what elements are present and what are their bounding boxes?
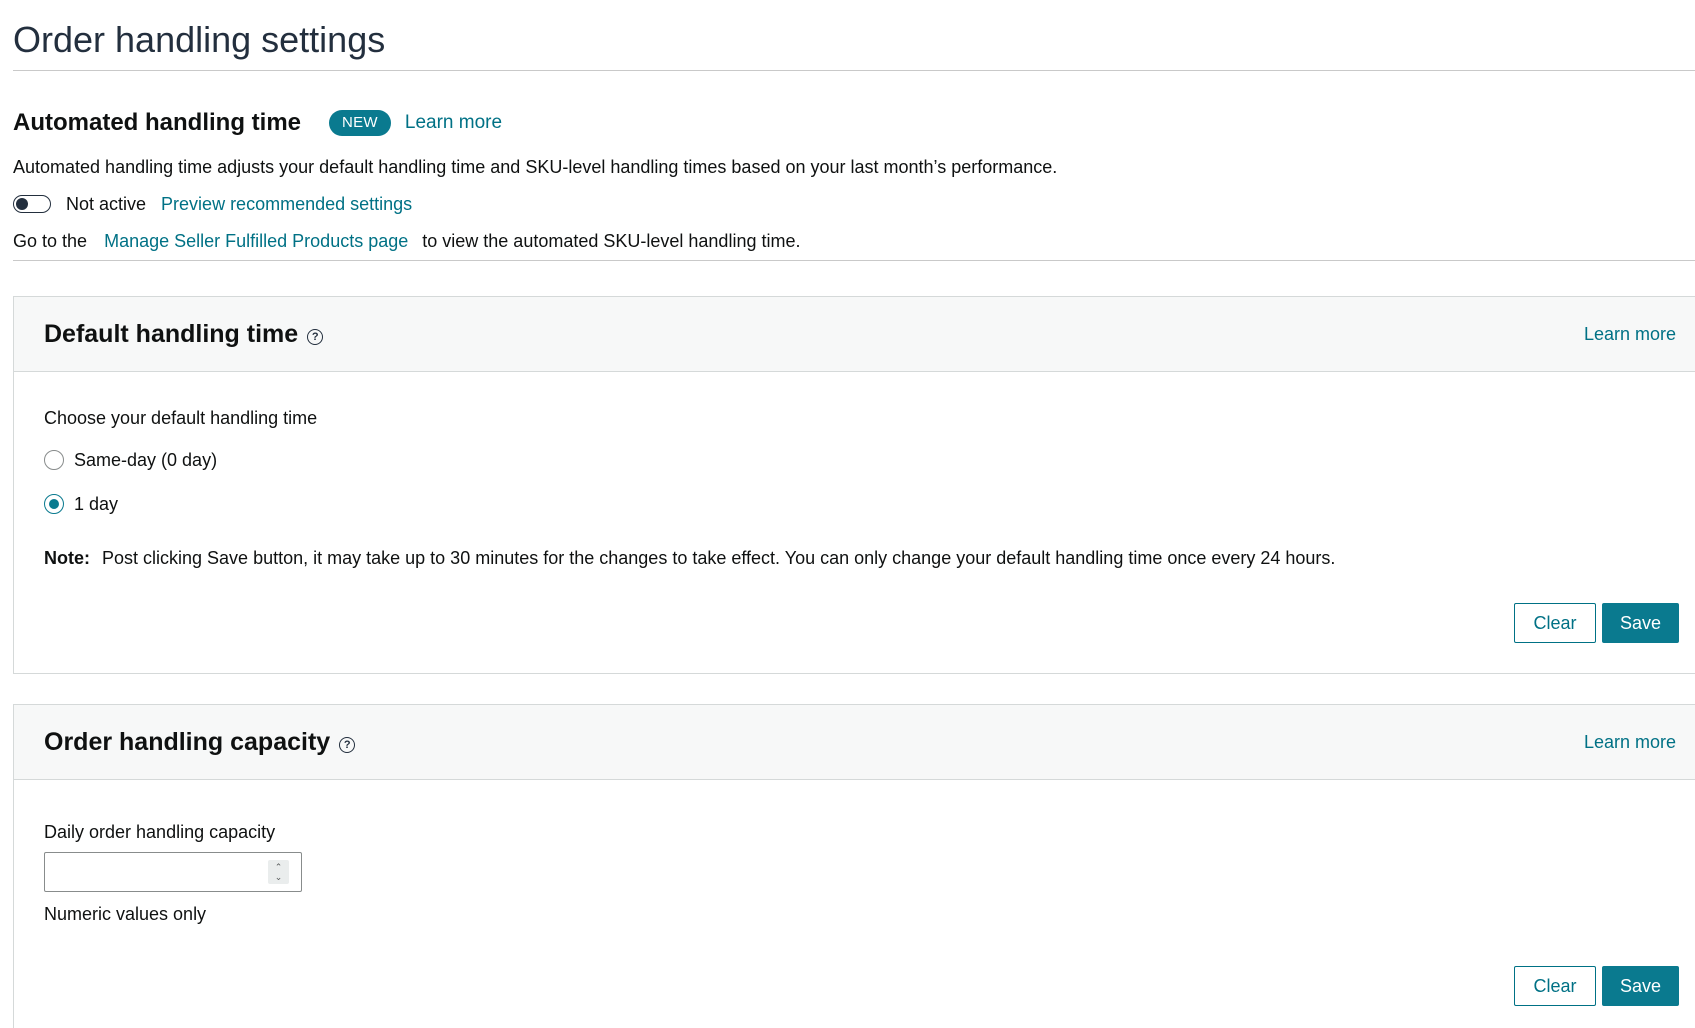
automated-handling-header: Automated handling time NEW Learn more bbox=[13, 100, 1695, 146]
capacity-save-button[interactable]: Save bbox=[1602, 966, 1679, 1006]
title-divider bbox=[13, 70, 1695, 71]
default-handling-card-header: Default handling time ? Learn more bbox=[14, 297, 1695, 372]
automated-toggle-row: Not active Preview recommended settings bbox=[13, 190, 1695, 218]
manage-seller-fulfilled-products-link[interactable]: Manage Seller Fulfilled Products page bbox=[104, 231, 408, 251]
default-handling-save-button[interactable]: Save bbox=[1602, 603, 1679, 643]
default-handling-clear-button[interactable]: Clear bbox=[1514, 603, 1596, 643]
default-handling-actions: Clear Save bbox=[1514, 603, 1679, 643]
note-label: Note: bbox=[44, 548, 90, 568]
daily-capacity-input[interactable] bbox=[45, 853, 301, 891]
choose-default-handling-label: Choose your default handling time bbox=[44, 408, 318, 428]
new-badge: NEW bbox=[329, 110, 391, 136]
order-handling-capacity-card: Order handling capacity ? Learn more Dai… bbox=[13, 704, 1695, 1028]
capacity-card-body: Daily order handling capacity ⌃ ⌄ Numeri… bbox=[14, 780, 1695, 1028]
goto-suffix: to view the automated SKU-level handling… bbox=[422, 231, 801, 251]
toggle-knob bbox=[16, 197, 28, 210]
help-circle-icon[interactable]: ? bbox=[339, 736, 356, 753]
note: Note: Post clicking Save button, it may t… bbox=[44, 545, 1335, 571]
order-handling-settings-page: Order handling settings Automated handli… bbox=[0, 0, 1695, 1028]
radio-1-day[interactable] bbox=[44, 494, 64, 514]
help-circle-icon[interactable]: ? bbox=[307, 328, 324, 345]
number-spinner[interactable]: ⌃ ⌄ bbox=[268, 860, 289, 884]
page-title: Order handling settings bbox=[13, 19, 386, 60]
numeric-values-hint: Numeric values only bbox=[44, 904, 207, 924]
option-same-day-label: Same-day (0 day) bbox=[74, 449, 218, 470]
automated-handling-title: Automated handling time bbox=[13, 109, 301, 136]
capacity-card-header: Order handling capacity ? Learn more bbox=[14, 705, 1695, 780]
option-1-day[interactable]: 1 day bbox=[44, 490, 118, 518]
goto-prefix: Go to the bbox=[13, 231, 88, 251]
radio-same-day[interactable] bbox=[44, 450, 64, 470]
automated-learn-more-link[interactable]: Learn more bbox=[405, 112, 502, 134]
automated-handling-description: Automated handling time adjusts your def… bbox=[13, 157, 1058, 177]
option-1-day-label: 1 day bbox=[74, 493, 119, 514]
goto-row: Go to the Manage Seller Fulfilled Produc… bbox=[13, 228, 1695, 254]
capacity-actions: Clear Save bbox=[1514, 966, 1679, 1006]
capacity-learn-more-link[interactable]: Learn more bbox=[1584, 732, 1676, 753]
section-divider bbox=[13, 260, 1695, 261]
daily-capacity-label: Daily order handling capacity bbox=[44, 822, 276, 842]
default-handling-title: Default handling time bbox=[44, 319, 299, 348]
automated-handling-toggle[interactable] bbox=[13, 195, 51, 213]
default-handling-learn-more-link[interactable]: Learn more bbox=[1584, 324, 1676, 345]
automated-handling-section: Automated handling time NEW Learn more A… bbox=[13, 100, 1695, 254]
note-text: Post clicking Save button, it may take u… bbox=[102, 548, 1336, 568]
default-handling-card: Default handling time ? Learn more Choos… bbox=[13, 296, 1695, 674]
preview-recommended-settings-link[interactable]: Preview recommended settings bbox=[161, 194, 412, 215]
option-same-day[interactable]: Same-day (0 day) bbox=[44, 446, 217, 474]
capacity-title: Order handling capacity bbox=[44, 727, 331, 756]
default-handling-card-body: Choose your default handling time Same-d… bbox=[14, 372, 1695, 674]
chevron-down-icon[interactable]: ⌄ bbox=[275, 872, 283, 882]
toggle-status-label: Not active bbox=[66, 193, 147, 214]
capacity-clear-button[interactable]: Clear bbox=[1514, 966, 1596, 1006]
daily-capacity-field: ⌃ ⌄ bbox=[44, 852, 302, 892]
chevron-up-icon[interactable]: ⌃ bbox=[275, 862, 283, 872]
